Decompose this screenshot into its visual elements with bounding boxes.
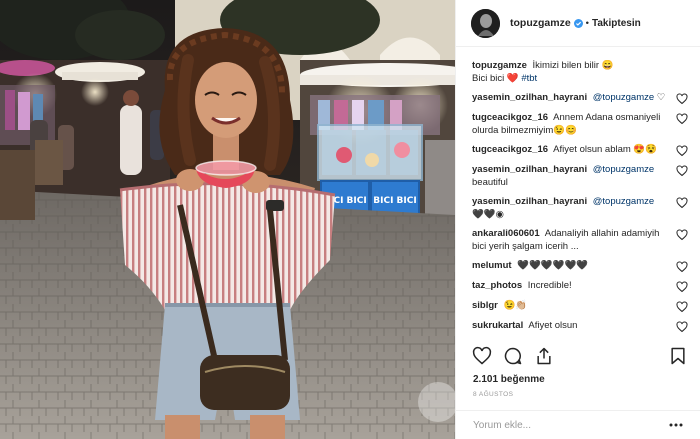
comment-username[interactable]: sukrukartal <box>472 320 523 331</box>
comment-like-heart-icon[interactable] <box>676 321 688 333</box>
comment-item: yasemin_ozilhan_hayrani @topuzgamze ♡ <box>472 92 688 105</box>
comment-like-heart-icon[interactable] <box>676 93 688 105</box>
comment-username[interactable]: ankarali060601 <box>472 228 540 239</box>
comment-text: 😉👏🏼 <box>503 300 528 311</box>
comment-item: ankarali060601 Adanaliyih allahin adamiy… <box>472 228 688 253</box>
comments-list[interactable]: topuzgamze İkimizi bilen bilir 😄 Bici bi… <box>472 60 688 343</box>
post-date[interactable]: 8 AĞUSTOS <box>473 391 513 398</box>
comment-username[interactable]: taz_photos <box>472 280 522 291</box>
post-header: topuzgamze • Takiptesin <box>456 0 700 47</box>
avatar-image <box>471 8 500 38</box>
comment-like-heart-icon[interactable] <box>676 229 688 241</box>
comment-like-heart-icon[interactable] <box>676 165 688 177</box>
comment-text: ♡ <box>656 92 666 103</box>
comment-text: 🖤🖤◉ <box>472 208 504 220</box>
likes-count[interactable]: 2.101 beğenme <box>473 374 545 385</box>
caption-hashtag[interactable]: #tbt <box>521 73 537 84</box>
add-comment-bar <box>456 410 700 439</box>
comment-bubble-icon[interactable] <box>503 346 523 366</box>
comment-like-heart-icon[interactable] <box>676 145 688 157</box>
photo-illustration: BICI BICI BICI BICI <box>0 0 455 439</box>
comment-item: siblgr 😉👏🏼 <box>472 300 688 313</box>
comment-item: sukrukartal Afiyet olsun <box>472 320 688 333</box>
comment-item: yasemin_ozilhan_hayrani @topuzgamze beau… <box>472 164 688 189</box>
comment-username[interactable]: yasemin_ozilhan_hayrani <box>472 92 587 103</box>
bookmark-icon[interactable] <box>668 346 688 366</box>
comment-text: Afiyet olsun <box>528 320 578 331</box>
comment-mention[interactable]: @topuzgamze <box>593 164 654 175</box>
comment-username[interactable]: melumut <box>472 260 512 271</box>
comment-text: 🖤🖤🖤🖤🖤🖤 <box>517 260 589 271</box>
following-button[interactable]: Takiptesin <box>592 18 641 29</box>
comment-item: melumut 🖤🖤🖤🖤🖤🖤 <box>472 260 688 273</box>
header-separator-dot: • <box>585 17 589 29</box>
share-icon[interactable] <box>534 346 554 366</box>
comment-item: tugceacikgoz_16 Afiyet olsun ablam 😍😵 <box>472 144 688 157</box>
caption: topuzgamze İkimizi bilen bilir 😄 Bici bi… <box>472 60 688 85</box>
comment-mention[interactable]: @topuzgamze <box>593 196 654 207</box>
avatar[interactable] <box>471 8 500 38</box>
comment-username[interactable]: tugceacikgoz_16 <box>472 144 548 155</box>
verified-badge-icon <box>573 18 583 28</box>
post-actions <box>472 343 688 369</box>
comment-item: taz_photos Incredible! <box>472 280 688 293</box>
comment-item: tugceacikgoz_16 Annem Adana osmaniyeli o… <box>472 112 688 137</box>
comment-text: Incredible! <box>527 280 572 291</box>
comment-username[interactable]: tugceacikgoz_16 <box>472 112 548 123</box>
comment-username[interactable]: yasemin_ozilhan_hayrani <box>472 164 587 175</box>
comment-input[interactable] <box>473 419 669 431</box>
comment-mention[interactable]: @topuzgamze <box>593 92 654 103</box>
caption-heart: ❤️ <box>506 72 519 84</box>
comment-like-heart-icon[interactable] <box>676 197 688 209</box>
post-photo[interactable]: BICI BICI BICI BICI <box>0 0 455 439</box>
post-side-panel: topuzgamze • Takiptesin topuzgamze İkimi… <box>455 0 700 439</box>
more-dots-icon[interactable] <box>669 423 683 427</box>
comment-username[interactable]: siblgr <box>472 300 498 311</box>
caption-username[interactable]: topuzgamze <box>472 60 527 71</box>
comment-text: Afiyet olsun ablam 😍😵 <box>553 144 658 155</box>
comment-username[interactable]: yasemin_ozilhan_hayrani <box>472 196 587 207</box>
comment-item: yasemin_ozilhan_hayrani @topuzgamze 🖤🖤◉ <box>472 196 688 221</box>
cart-sign-right: BICI BICI <box>373 196 416 206</box>
caption-line-2: Bici bici <box>472 72 505 84</box>
comment-like-heart-icon[interactable] <box>676 301 688 313</box>
comment-like-heart-icon[interactable] <box>676 261 688 273</box>
comment-like-heart-icon[interactable] <box>676 113 688 125</box>
header-username[interactable]: topuzgamze <box>510 17 571 29</box>
like-heart-icon[interactable] <box>472 346 492 366</box>
comment-like-heart-icon[interactable] <box>676 281 688 293</box>
comment-text: beautiful <box>472 176 508 188</box>
caption-text: İkimizi bilen bilir 😄 <box>532 60 614 71</box>
